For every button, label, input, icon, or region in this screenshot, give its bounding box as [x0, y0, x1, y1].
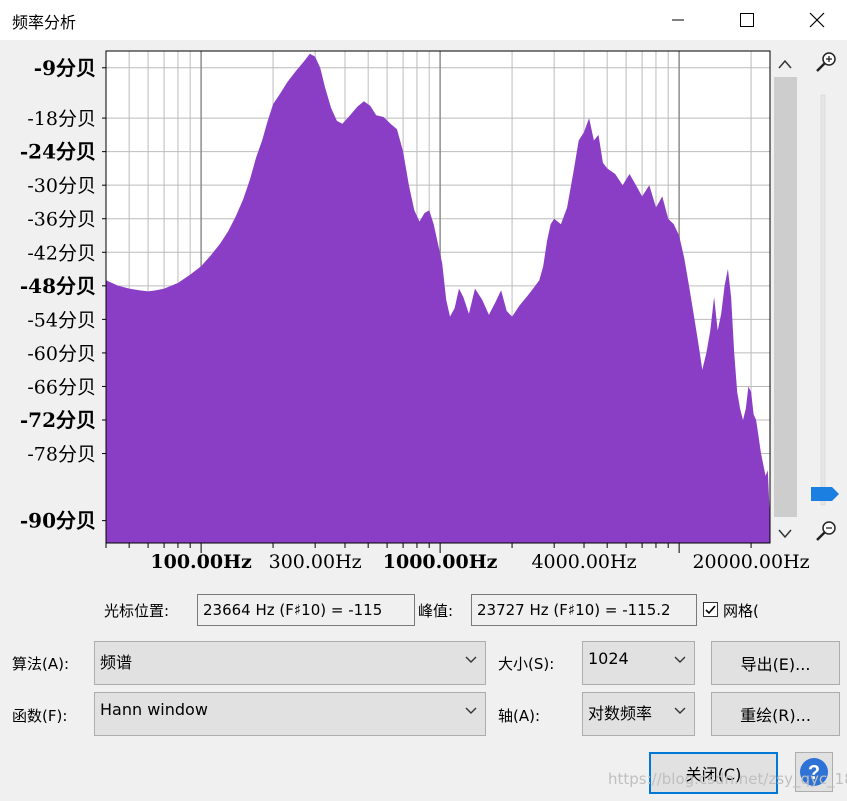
- y-tick-label: -66分贝: [27, 376, 96, 398]
- y-tick-label: -30分贝: [27, 175, 96, 197]
- minimize-button[interactable]: [655, 0, 701, 40]
- axis-select[interactable]: 对数频率: [582, 692, 695, 736]
- checkmark-icon: [705, 605, 716, 615]
- function-label: 函数(F):: [12, 707, 68, 725]
- axis-value: 对数频率: [588, 704, 653, 723]
- x-tick-label: 300.00Hz: [269, 551, 362, 573]
- function-value: Hann window: [100, 700, 208, 719]
- replot-button[interactable]: 重绘(R)...: [711, 692, 840, 736]
- x-tick-label: 100.00Hz: [150, 551, 252, 573]
- zoom-out-button[interactable]: [816, 521, 836, 541]
- y-tick-label: -36分贝: [27, 209, 96, 231]
- watermark: https://blog.csdn.net/zsy_qyc_18: [608, 770, 847, 788]
- minimize-icon: [672, 19, 684, 21]
- x-axis: 100.00Hz 300.00Hz 1000.00Hz 4000.00Hz 20000.…: [105, 543, 810, 573]
- cursor-position-field: 23664 Hz (F♯10) = -115: [197, 594, 415, 626]
- y-tick-label: -42分贝: [27, 242, 96, 264]
- y-axis-labels: -9分贝 -18分贝 -24分贝 -30分贝 -36分贝 -42分贝 -48分贝 -54分贝 -…: [20, 56, 106, 533]
- grid-checkbox-label: 网格(: [723, 602, 759, 620]
- size-value: 1024: [588, 649, 629, 668]
- zoom-slider[interactable]: [811, 94, 839, 506]
- axis-label: 轴(A):: [498, 707, 541, 725]
- cursor-position-label: 光标位置:: [104, 602, 170, 620]
- algorithm-select[interactable]: 频谱: [94, 641, 486, 685]
- scrollbar-thumb: [774, 77, 797, 517]
- chevron-down-icon: [674, 707, 686, 714]
- y-tick-label: -78分贝: [27, 444, 96, 466]
- y-tick-label: -9分贝: [34, 56, 96, 80]
- close-icon: [809, 12, 825, 28]
- size-label: 大小(S):: [498, 655, 555, 673]
- chevron-down-icon: [674, 656, 686, 663]
- y-tick-label: -48分贝: [20, 274, 96, 298]
- y-tick-label: -54分贝: [27, 309, 96, 331]
- spectrum-plot-area: -9分贝 -18分贝 -24分贝 -30分贝 -36分贝 -42分贝 -48分贝 -54分贝 -…: [0, 40, 847, 585]
- spectrum-chart: -9分贝 -18分贝 -24分贝 -30分贝 -36分贝 -42分贝 -48分贝 -54分贝 -…: [20, 50, 839, 573]
- peak-field: 23727 Hz (F♯10) = -115.2: [471, 594, 697, 626]
- peak-label: 峰值:: [418, 602, 454, 620]
- export-button[interactable]: 导出(E)...: [711, 641, 840, 685]
- grid-checkbox[interactable]: [703, 602, 718, 617]
- x-tick-label: 1000.00Hz: [383, 551, 498, 573]
- zoom-in-button[interactable]: [816, 52, 836, 72]
- x-tick-label: 4000.00Hz: [531, 551, 636, 573]
- chevron-down-icon: [465, 656, 477, 663]
- x-tick-label: 20000.00Hz: [692, 551, 809, 573]
- algorithm-label: 算法(A):: [12, 655, 70, 673]
- title-bar: 频率分析: [0, 0, 847, 40]
- y-tick-label: -24分贝: [20, 140, 96, 164]
- y-tick-label: -72分贝: [20, 408, 96, 432]
- maximize-icon: [740, 13, 754, 27]
- close-window-button[interactable]: [794, 0, 840, 40]
- y-tick-label: -90分贝: [20, 509, 96, 533]
- algorithm-value: 频谱: [100, 653, 133, 672]
- vertical-scrollbar[interactable]: [774, 51, 797, 543]
- function-select[interactable]: Hann window: [94, 692, 486, 736]
- chevron-down-icon: [465, 707, 477, 714]
- window-title: 频率分析: [12, 13, 77, 32]
- size-select[interactable]: 1024: [582, 641, 695, 685]
- y-tick-label: -60分贝: [27, 343, 96, 365]
- maximize-button[interactable]: [724, 0, 770, 40]
- y-tick-label: -18分贝: [27, 108, 96, 130]
- slider-thumb: [811, 487, 839, 501]
